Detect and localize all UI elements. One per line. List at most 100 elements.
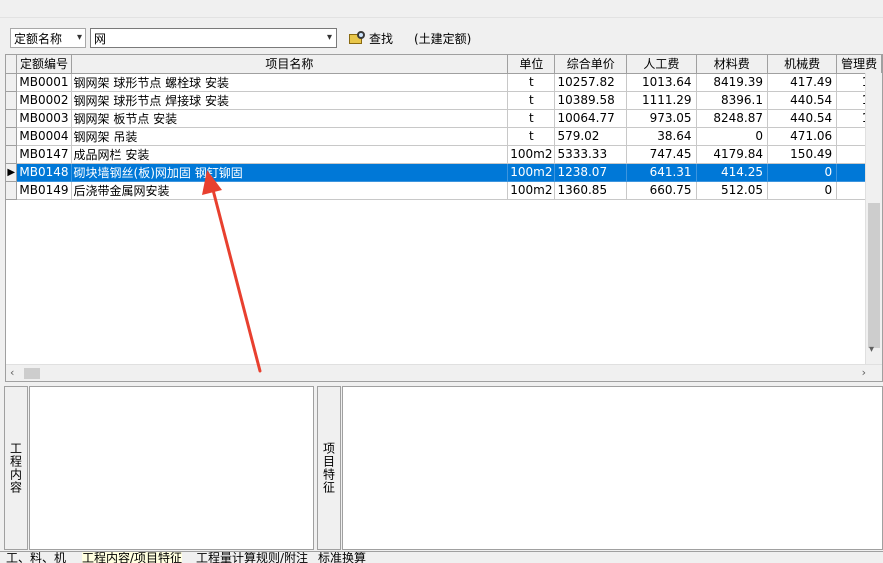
horizontal-scrollbar[interactable]: ‹ › [6,364,882,381]
cell-code[interactable]: MB0149 [16,181,72,200]
cell-material[interactable]: 8396.1 [696,91,768,110]
cell-code[interactable]: MB0002 [16,91,72,110]
scroll-down-icon[interactable]: ▾ [869,344,874,355]
cell-machine[interactable]: 471.06 [767,127,838,146]
column-header-material[interactable]: 材料费 [696,55,768,74]
cell-code[interactable]: MB0003 [16,109,72,128]
cell-name[interactable]: 钢网架 板节点 安装 [71,109,509,128]
tab-labor-material-machine[interactable]: 工、料、机 [6,552,66,563]
cell-material[interactable]: 0 [696,127,768,146]
cell-material[interactable]: 4179.84 [696,145,768,164]
table-row[interactable]: MB0149 后浇带金属网安装 100m2 1360.85 660.75 512… [6,181,882,200]
tab-standard-conversion[interactable]: 标准换算 [318,552,366,563]
cell-material[interactable]: 512.05 [696,181,768,200]
vertical-scrollbar[interactable]: ▾ [865,73,882,365]
cell-labor[interactable]: 1111.29 [626,91,697,110]
work-content-panel[interactable] [29,386,314,550]
table-header-row: 定额编号 项目名称 单位 综合单价 人工费 材料费 机械费 管理费 [6,55,882,74]
table-row[interactable]: MB0001 钢网架 球形节点 螺栓球 安装 t 10257.82 1013.6… [6,73,882,92]
cell-unit[interactable]: 100m2 [507,181,556,200]
cell-name[interactable]: 钢网架 球形节点 焊接球 安装 [71,91,509,110]
item-features-panel[interactable] [342,386,883,550]
column-header-code[interactable]: 定额编号 [16,55,72,74]
cell-code[interactable]: MB0004 [16,127,72,146]
cell-code[interactable]: MB0147 [16,145,72,164]
item-features-label: 项目特征 [321,442,336,494]
table-row[interactable]: MB0004 钢网架 吊装 t 579.02 38.64 0 471.06 [6,127,882,146]
cell-price[interactable]: 5333.33 [554,145,628,164]
table-row[interactable]: MB0002 钢网架 球形节点 焊接球 安装 t 10389.58 1111.2… [6,91,882,110]
detail-area: 工程内容 项目特征 [0,384,883,551]
horizontal-scroll-thumb[interactable] [24,368,40,379]
column-header-price[interactable]: 综合单价 [554,55,628,74]
cell-unit[interactable]: 100m2 [507,163,556,182]
column-header-mgmt[interactable]: 管理费 [836,55,882,74]
find-button[interactable]: 查找 [349,28,393,48]
cell-price[interactable]: 10389.58 [554,91,628,110]
search-toolbar: 定额名称 ▾ 网 ▾ 查找 (土建定额) [0,19,883,54]
cell-unit[interactable]: t [507,73,556,92]
cell-material[interactable]: 8419.39 [696,73,768,92]
quota-type-note: (土建定额) [414,31,472,46]
cell-price[interactable]: 1238.07 [554,163,628,182]
cell-machine[interactable]: 150.49 [767,145,838,164]
tab-work-content-features[interactable]: 工程内容/项目特征 [82,552,183,563]
row-indicator [6,91,18,110]
chevron-down-icon[interactable]: ▾ [327,32,332,43]
table-row-selected[interactable]: ▶ MB0148 砌块墙钢丝(板)网加固 钢钉铆固 100m2 1238.07 … [6,163,882,182]
search-input[interactable]: 网 ▾ [90,28,337,48]
column-header-labor[interactable]: 人工费 [626,55,697,74]
row-indicator [6,181,18,200]
column-header-name[interactable]: 项目名称 [71,55,509,74]
row-indicator [6,109,18,128]
scroll-right-icon[interactable]: › [862,366,866,379]
cell-unit[interactable]: 100m2 [507,145,556,164]
row-indicator: ▶ [6,163,18,182]
chevron-down-icon: ▾ [76,32,82,43]
cell-machine[interactable]: 0 [767,181,838,200]
cell-labor[interactable]: 641.31 [626,163,697,182]
cell-material[interactable]: 414.25 [696,163,768,182]
table-row[interactable]: MB0003 钢网架 板节点 安装 t 10064.77 973.05 8248… [6,109,882,128]
cell-unit[interactable]: t [507,91,556,110]
cell-machine[interactable]: 440.54 [767,109,838,128]
cell-name[interactable]: 钢网架 球形节点 螺栓球 安装 [71,73,509,92]
cell-price[interactable]: 10257.82 [554,73,628,92]
bottom-tab-bar: 工、料、机 工程内容/项目特征 工程量计算规则/附注 标准换算 [0,551,883,563]
quota-table-grid: 定额编号 项目名称 单位 综合单价 人工费 材料费 机械费 管理费 MB0001… [6,55,882,200]
cell-name[interactable]: 后浇带金属网安装 [71,181,509,200]
cell-labor[interactable]: 973.05 [626,109,697,128]
cell-price[interactable]: 1360.85 [554,181,628,200]
cell-material[interactable]: 8248.87 [696,109,768,128]
window-top-strip [0,0,883,18]
vertical-scroll-thumb[interactable] [868,203,880,348]
column-header-machine[interactable]: 机械费 [767,55,838,74]
cell-labor[interactable]: 747.45 [626,145,697,164]
cell-name[interactable]: 钢网架 吊装 [71,127,509,146]
column-header-unit[interactable]: 单位 [507,55,556,74]
cell-labor[interactable]: 38.64 [626,127,697,146]
table-row[interactable]: MB0147 成品网栏 安装 100m2 5333.33 747.45 4179… [6,145,882,164]
cell-machine[interactable]: 440.54 [767,91,838,110]
cell-code[interactable]: MB0001 [16,73,72,92]
item-features-label-box: 项目特征 [317,386,341,550]
search-folder-icon [349,31,366,45]
cell-code[interactable]: MB0148 [16,163,72,182]
tab-calculation-rules[interactable]: 工程量计算规则/附注 [196,552,308,563]
cell-labor[interactable]: 1013.64 [626,73,697,92]
search-field-select[interactable]: 定额名称 ▾ [10,28,86,48]
cell-name[interactable]: 成品网栏 安装 [71,145,509,164]
scroll-left-icon[interactable]: ‹ [10,366,14,379]
row-indicator [6,145,18,164]
cell-price[interactable]: 579.02 [554,127,628,146]
work-content-label: 工程内容 [8,442,23,494]
cell-name[interactable]: 砌块墙钢丝(板)网加固 钢钉铆固 [71,163,509,182]
cell-machine[interactable]: 417.49 [767,73,838,92]
cell-unit[interactable]: t [507,127,556,146]
cell-labor[interactable]: 660.75 [626,181,697,200]
cell-machine[interactable]: 0 [767,163,838,182]
search-input-value: 网 [94,31,107,46]
cell-price[interactable]: 10064.77 [554,109,628,128]
cell-unit[interactable]: t [507,109,556,128]
find-button-label: 查找 [369,31,394,46]
